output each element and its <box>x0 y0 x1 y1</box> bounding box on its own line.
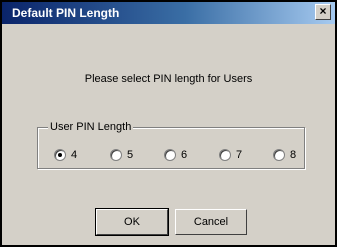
radio-option-label: 8 <box>290 149 297 161</box>
radio-option-7[interactable]: 7 <box>219 148 242 162</box>
radio-option-8[interactable]: 8 <box>273 148 296 162</box>
ok-button[interactable]: OK <box>95 208 169 236</box>
cancel-button[interactable]: Cancel <box>175 209 247 235</box>
window-title: Default PIN Length <box>12 6 120 20</box>
radio-unchecked-icon[interactable] <box>273 149 285 161</box>
user-pin-length-group: User PIN Length 4 5 6 7 8 <box>37 121 305 169</box>
radio-option-label: 6 <box>181 149 188 161</box>
title-bar[interactable]: Default PIN Length × <box>2 2 335 24</box>
radio-option-6[interactable]: 6 <box>164 148 187 162</box>
radio-unchecked-icon[interactable] <box>164 149 176 161</box>
radio-unchecked-icon[interactable] <box>110 149 122 161</box>
default-pin-length-dialog: Default PIN Length × Please select PIN l… <box>0 0 337 247</box>
radio-option-label: 4 <box>71 149 78 161</box>
group-label: User PIN Length <box>48 121 134 133</box>
prompt-text: Please select PIN length for Users <box>84 73 253 85</box>
radio-unchecked-icon[interactable] <box>219 149 231 161</box>
radio-option-label: 7 <box>236 149 243 161</box>
radio-option-4[interactable]: 4 <box>54 148 77 162</box>
close-button[interactable]: × <box>315 4 331 20</box>
radio-option-label: 5 <box>127 149 134 161</box>
radio-checked-icon[interactable] <box>54 149 66 161</box>
radio-option-5[interactable]: 5 <box>110 148 133 162</box>
